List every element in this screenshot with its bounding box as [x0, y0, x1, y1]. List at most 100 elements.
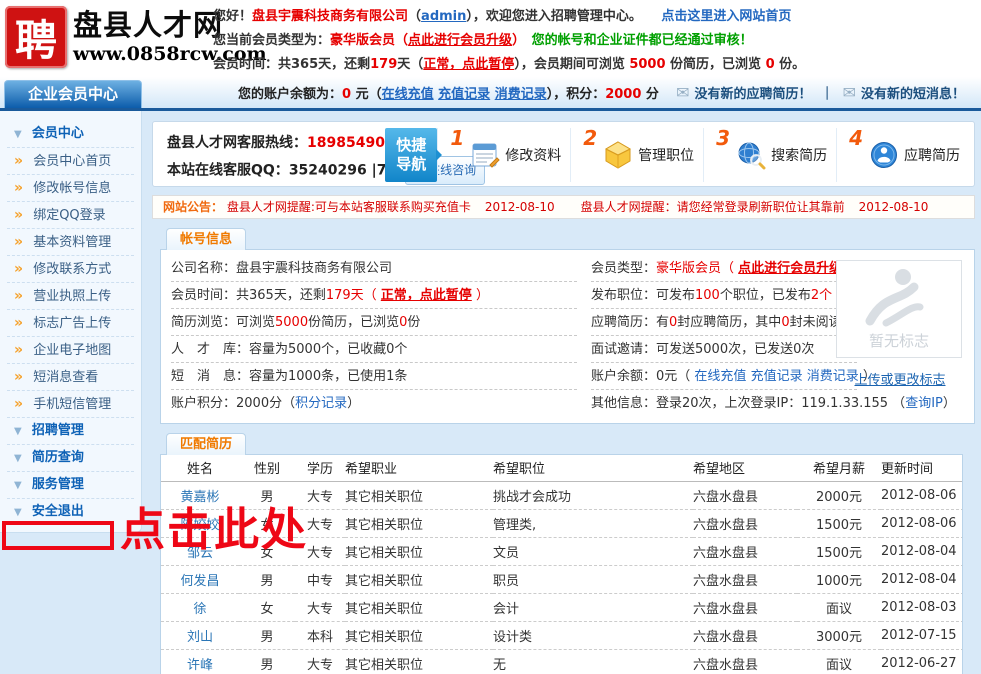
account-info-row: 账户积分：2000分（积分记录） — [171, 390, 577, 417]
col-name: 姓名 — [161, 455, 239, 481]
resume-name-link[interactable]: 何发昌 — [161, 565, 239, 593]
quick-nav-manage-jobs[interactable]: 2 管理职位 — [570, 128, 703, 182]
sidebar-item[interactable]: ▼ » 企业电子地图 — [7, 337, 134, 364]
double-arrow-icon: » — [14, 180, 23, 196]
text-seg — [635, 9, 661, 24]
text-seg: 0 — [781, 315, 789, 330]
quick-nav-applications[interactable]: 4 应聘简历 — [836, 128, 969, 182]
cell-desired-salary: 1500元 — [797, 537, 881, 565]
pause-link[interactable]: 正常，点此暂停 — [381, 288, 472, 303]
sidebar-item[interactable]: ▼ » 手机短信管理 — [7, 391, 134, 418]
sidebar-item[interactable]: ▼ » 标志广告上传 — [7, 310, 134, 337]
sidebar-item[interactable]: ▼ » 会员中心 — [7, 121, 134, 148]
placeholder-figure-icon — [856, 267, 942, 329]
sidebar-item[interactable]: ▼ » 会员中心首页 — [7, 148, 134, 175]
sidebar-item[interactable]: ▼ » 修改帐号信息 — [7, 175, 134, 202]
recharge-link[interactable]: 在线充值 — [382, 87, 434, 102]
recruitment-admin-page: 聘 盘县人才网 www.0858rcw.com 您好！盘县宇震科技商务有限公司（… — [0, 0, 981, 674]
double-arrow-icon: » — [14, 153, 23, 169]
account-info-row: 面试邀请：可发送5000次，已发送0次 — [591, 336, 857, 363]
text-seg: 面试邀请：可发送5000次，已发送0次 — [591, 342, 814, 357]
cell-desired-career: 其它相关职位 — [345, 509, 493, 537]
announcement-text: 盘县人才网提醒：请您经常登录刷新职位让其靠前 — [581, 200, 845, 214]
announcement-item[interactable]: 盘县人才网提醒：请您经常登录刷新职位让其靠前2012-08-10 — [581, 200, 929, 214]
text-seg: 份。 — [775, 57, 806, 72]
text-seg: 应聘简历：有 — [591, 315, 669, 330]
sidebar-item[interactable]: ▼ » 修改联系方式 — [7, 256, 134, 283]
notice-separator: ｜ — [821, 83, 834, 102]
sidebar-item[interactable]: ▼ » 招聘管理 — [7, 418, 134, 445]
home-link[interactable]: 点击这里进入网站首页 — [661, 9, 791, 24]
col-desired-salary: 希望月薪 — [797, 455, 881, 481]
text-seg: ） — [472, 288, 489, 303]
account-info-row: 账户余额：0元（ 在线充值 充值记录 消费记录 ） — [591, 363, 857, 390]
cell-updated: 2012-08-06 — [881, 509, 963, 537]
text-seg: ），欢迎您进入招聘管理中心。 — [466, 9, 635, 24]
no-new-messages-notice[interactable]: 没有新的短消息！ — [861, 83, 965, 102]
no-logo-text: 暂无标志 — [869, 330, 929, 351]
cell-education: 大专 — [295, 649, 345, 674]
no-new-applications-notice[interactable]: 没有新的应聘简历！ — [695, 83, 812, 102]
cell-desired-region: 六盘水盘县 — [693, 565, 797, 593]
pause-link[interactable]: 正常，点此暂停 — [423, 57, 514, 72]
cell-desired-position: 会计 — [493, 593, 693, 621]
cell-desired-career: 其它相关职位 — [345, 537, 493, 565]
text-seg: 2000 — [605, 87, 641, 102]
account-info-section: 帐号信息 公司名称：盘县宇震科技商务有限公司会员时间：共365天，还剩179天（… — [160, 227, 975, 424]
recharge-link[interactable]: 在线充值 — [694, 369, 746, 384]
text-seg: 0 — [766, 57, 775, 72]
double-arrow-icon: » — [14, 369, 23, 385]
points-history-link[interactable]: 积分记录 — [295, 396, 347, 411]
welcome-block: 您好！盘县宇震科技商务有限公司（admin），欢迎您进入招聘管理中心。 点击这里… — [213, 5, 805, 77]
cell-gender: 男 — [239, 649, 295, 674]
sidebar-item[interactable]: ▼ » 基本资料管理 — [7, 229, 134, 256]
spending-history-link[interactable]: 消费记录 — [495, 87, 547, 102]
quick-nav-search-resumes[interactable]: 3 搜索简历 — [703, 128, 836, 182]
text-seg: （ — [395, 33, 408, 48]
text-seg: 其他信息：登录20次，上次登录IP：119.1.33.155 （ — [591, 396, 905, 411]
resume-name-link[interactable]: 徐 — [161, 593, 239, 621]
upgrade-link[interactable]: 点此进行会员升级 — [738, 261, 842, 276]
announcement-item[interactable]: 盘县人才网提醒:可与本站客服联系购买充值卡2012-08-10 — [227, 200, 555, 214]
text-seg — [519, 33, 532, 48]
resume-name-link[interactable]: 许峰 — [161, 649, 239, 674]
account-info-right-column: 会员类型：豪华版会员（ 点此进行会员升级 ）发布职位：可发布100个职位，已发布… — [591, 255, 857, 417]
quick-nav-edit-profile[interactable]: 1 修改资料 — [437, 128, 570, 182]
text-seg: 您的账户余额为： — [238, 87, 342, 102]
table-row: 刘山 男 本科 其它相关职位 设计类 六盘水盘县 3000元 2012-07-1… — [161, 621, 963, 649]
chevron-down-icon: ▼ — [14, 129, 22, 140]
qq-label: 本站在线客服QQ： — [167, 163, 289, 179]
cell-desired-region: 六盘水盘县 — [693, 537, 797, 565]
text-seg: 天（ — [351, 288, 381, 303]
text-seg: 元（ — [351, 87, 382, 102]
text-seg: 2 — [811, 288, 819, 303]
account-info-row: 会员时间：共365天，还剩179天（ 正常，点此暂停 ） — [171, 282, 577, 309]
sidebar-item[interactable]: ▼ » 服务管理 — [7, 472, 134, 499]
admin-link[interactable]: admin — [421, 9, 466, 24]
text-seg: 简历浏览：可浏览 — [171, 315, 275, 330]
resume-name-link[interactable]: 刘山 — [161, 621, 239, 649]
recharge-history-link[interactable]: 充值记录 — [751, 369, 803, 384]
sidebar-item[interactable]: ▼ » 短消息查看 — [7, 364, 134, 391]
account-info-row: 人 才 库：容量为5000个，已收藏0个 — [171, 336, 577, 363]
step-number: 1 — [450, 128, 464, 148]
sidebar-item[interactable]: ▼ » 简历查询 — [7, 445, 134, 472]
query-ip-link[interactable]: 查询IP — [905, 396, 943, 411]
step-number: 2 — [583, 128, 597, 148]
upload-logo-link[interactable]: 上传或更改标志 — [854, 369, 945, 388]
sidebar-item-label: 企业电子地图 — [33, 343, 111, 358]
tab-enterprise-member-center[interactable]: 企业会员中心 — [4, 80, 142, 108]
text-seg: 179 — [370, 57, 397, 72]
table-row: 许峰 男 大专 其它相关职位 无 六盘水盘县 面议 2012-06-27 — [161, 649, 963, 674]
chevron-down-icon: ▼ — [14, 480, 22, 491]
account-balance-line: 您的账户余额为：0 元（在线充值 充值记录 消费记录），积分：2000 分 — [238, 83, 659, 102]
upgrade-link[interactable]: 点此进行会员升级 — [408, 33, 512, 48]
sidebar-item[interactable]: ▼ » 营业执照上传 — [7, 283, 134, 310]
text-seg: 盘县宇震科技商务有限公司 — [252, 9, 408, 24]
sidebar-item-label: 绑定QQ登录 — [33, 208, 105, 223]
sidebar-item[interactable]: ▼ » 绑定QQ登录 — [7, 202, 134, 229]
text-seg: 您的帐号和企业证件都已经通过审核！ — [532, 33, 753, 48]
announcement-label: 网站公告： — [163, 200, 223, 214]
text-seg: （ — [408, 9, 421, 24]
recharge-history-link[interactable]: 充值记录 — [438, 87, 490, 102]
